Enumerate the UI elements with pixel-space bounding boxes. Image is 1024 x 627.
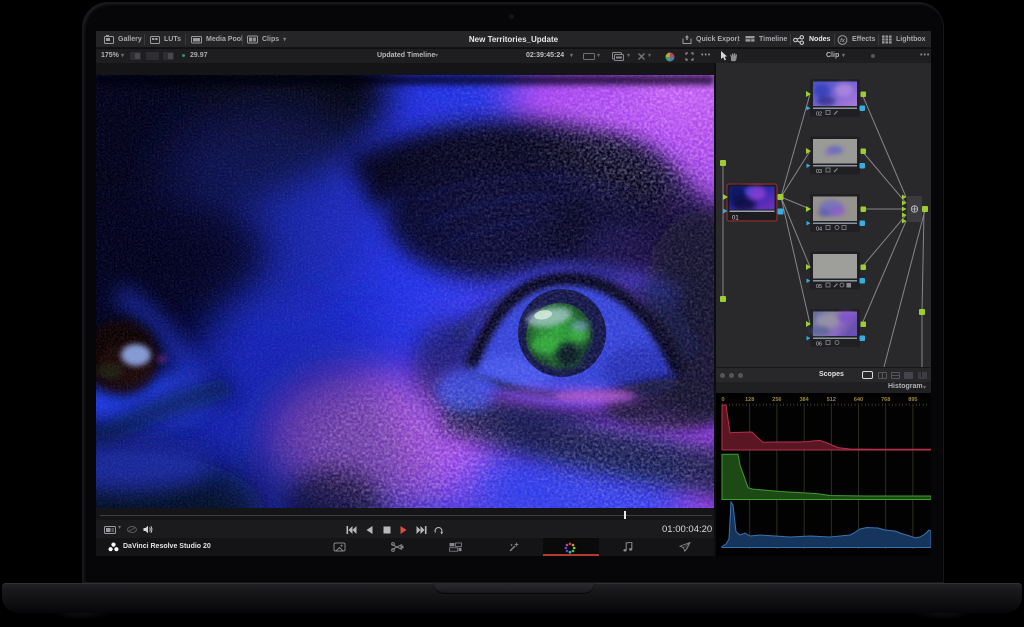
svg-text:01: 01 xyxy=(732,216,739,222)
svg-text:03: 03 xyxy=(816,169,822,175)
svg-text:768: 768 xyxy=(881,397,890,403)
svg-text:05: 05 xyxy=(816,284,822,290)
svg-text:512: 512 xyxy=(827,397,836,403)
svg-text:0: 0 xyxy=(721,397,724,403)
svg-text:256: 256 xyxy=(772,397,781,403)
svg-text:640: 640 xyxy=(854,397,863,403)
svg-text:384: 384 xyxy=(800,397,810,403)
svg-text:02: 02 xyxy=(816,112,822,118)
svg-text:895: 895 xyxy=(908,397,917,403)
svg-text:04: 04 xyxy=(816,227,822,233)
svg-text:128: 128 xyxy=(745,397,754,403)
svg-text:06: 06 xyxy=(816,342,822,348)
